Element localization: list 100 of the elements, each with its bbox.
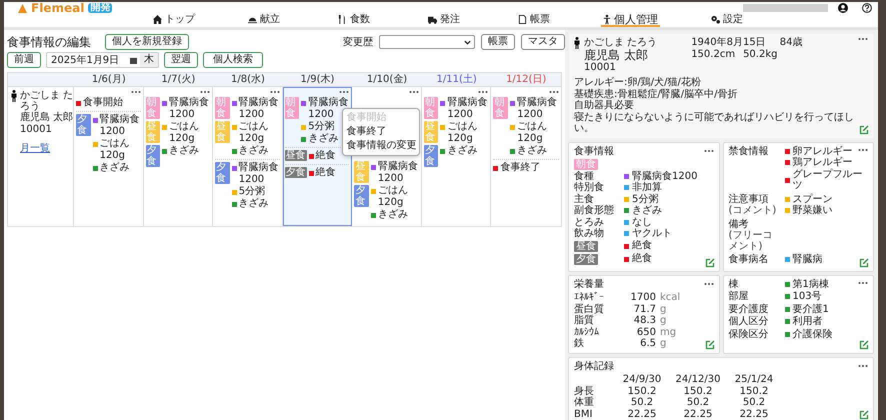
date-field[interactable]: 2025年1月9日 木 (46, 52, 160, 68)
nutrient-label: ｴﾈﾙｷﾞｰ (574, 292, 605, 304)
more-icon[interactable] (548, 90, 559, 94)
day-cell[interactable]: 朝食 昼食 夕食 腎臓病食1200 ごはん120g きざみ (422, 87, 492, 226)
meal-item: 食事終了 (500, 162, 540, 174)
field-value: ヤクルト (632, 228, 672, 240)
nav-tab[interactable]: 献立 (219, 14, 309, 27)
more-icon[interactable] (130, 90, 141, 94)
person-search-button[interactable]: 個人検索 (203, 52, 264, 68)
nutrient-label: 脂質 (574, 315, 595, 326)
edit-icon[interactable] (859, 340, 869, 350)
nutrient-label: 鉄 (574, 338, 585, 350)
document-icon (518, 15, 527, 24)
more-icon[interactable] (478, 90, 488, 94)
profile-note: 寝たきりにならないように可能であればリハビリを行ってほしい。 (574, 112, 854, 134)
edit-icon[interactable] (704, 340, 714, 350)
day-cell[interactable]: 食事開始 夕食 腎臓病食1200 ごはん120g きざみ (74, 87, 144, 226)
flame-icon (18, 4, 27, 12)
edit-icon[interactable] (859, 410, 869, 420)
nav-tab[interactable]: 設定 (682, 14, 772, 27)
name-kana: かごしま たろう (584, 37, 658, 48)
nav-tab[interactable]: 個人管理 (601, 14, 660, 27)
meal-badge: 夕食 (215, 162, 230, 184)
row-label: BMI (574, 408, 594, 420)
field-value: 要介護1 (792, 304, 829, 315)
edit-icon[interactable] (704, 258, 714, 268)
page-title: 食事情報の編集 (7, 34, 91, 50)
nav-tab[interactable]: 帳票 (489, 14, 579, 27)
report-button[interactable]: 帳票 (481, 34, 515, 50)
column-header: 24/12/30 (674, 374, 722, 386)
meal-badge: 夕食 (76, 114, 91, 136)
more-icon[interactable] (200, 90, 210, 94)
next-week-button[interactable]: 翌週 (164, 52, 198, 68)
meal-item: きざみ (517, 145, 548, 157)
table-cell-text: 50.2 (742, 397, 766, 408)
nav-tab[interactable]: 食数 (309, 14, 399, 27)
meal-item: ごはん120g (378, 185, 409, 209)
history-select[interactable] (379, 35, 475, 49)
profile-note: 自助器具必要 (574, 100, 634, 111)
meal-item: ごはん120g (100, 138, 131, 162)
person-icon (603, 14, 611, 25)
day-header: 1/11(土) (422, 73, 492, 87)
field-label: 注意事項 (728, 194, 768, 204)
person-id: 10001 (584, 62, 617, 73)
help-icon[interactable] (862, 3, 872, 13)
day-cell[interactable]: 朝食 腎臓病食1200 ごはん120g きざみ 食事終了 (491, 87, 561, 226)
table-cell-text: 50.2 (686, 397, 710, 408)
day-cell[interactable]: 朝食 昼食 夕食 腎臓病食1200 ごはん120g きざみ (144, 87, 214, 226)
meal-badge: 朝食 (493, 97, 508, 119)
day-header: 1/12(日) (491, 73, 561, 87)
weight: 50.2kg (743, 48, 778, 60)
more-icon[interactable] (339, 90, 350, 94)
meal-item: きざみ (169, 145, 200, 157)
person-icon (574, 37, 580, 49)
field-value: グレープフルーツ (792, 168, 864, 192)
user-icon[interactable] (838, 3, 848, 13)
field-value: 野菜嫌い (792, 205, 832, 216)
day-header: 1/10(金) (352, 73, 422, 87)
edit-icon[interactable] (859, 258, 869, 268)
nutrient-value: 1700 (630, 292, 656, 304)
master-button[interactable]: マスタ (521, 34, 565, 50)
table-cell-text: 22.25 (626, 408, 658, 420)
field-value: 103号 (792, 291, 822, 302)
meal-badge: 昼食 (215, 121, 230, 143)
more-icon[interactable] (858, 37, 868, 41)
field-label: 主食 (574, 194, 595, 205)
meal-badge: 昼食 (146, 121, 160, 143)
day-header: 1/8(水) (213, 73, 283, 87)
register-button[interactable]: 個人を新規登録 (105, 34, 189, 50)
field-value: 腎臓病 (792, 254, 822, 266)
cloche-icon (248, 15, 257, 24)
meal-badge: 夕食 (146, 145, 160, 167)
field-value: 利用者 (792, 316, 822, 328)
more-icon[interactable] (704, 282, 714, 286)
more-icon[interactable] (858, 148, 868, 152)
more-icon[interactable] (858, 364, 868, 368)
field-label: 保険区分 (728, 328, 770, 340)
more-icon[interactable] (408, 90, 419, 94)
more-icon[interactable] (704, 149, 714, 154)
nutrient-unit: kcal (660, 292, 680, 304)
nutrient-value: 650 (636, 326, 656, 338)
prev-week-button[interactable]: 前週 (7, 52, 41, 68)
home-icon (153, 15, 162, 24)
nutrient-value: 48.3 (632, 315, 656, 326)
more-icon[interactable] (270, 90, 280, 94)
table-cell-text: 150.2 (682, 386, 714, 397)
card-title: 栄養量 (574, 278, 604, 290)
nutrient-unit: g (660, 338, 668, 350)
day-header: 1/7(火) (144, 73, 214, 87)
field-value: 5分粥 (632, 194, 658, 205)
day-cell[interactable]: 朝食 昼食 腎臓病食1200 ごはん120g きざみ 夕食 腎臓病食1200 5分粥 きざみ (213, 87, 283, 226)
field-label: 棟 (728, 278, 740, 290)
nav-tab[interactable]: 発注 (399, 14, 489, 27)
field-value: 腎臓病食1200 (632, 170, 698, 182)
field-label: 要介護度 (728, 304, 770, 315)
person-name: 鹿児島 太郎 (584, 48, 649, 62)
more-icon[interactable] (858, 280, 868, 284)
nav-tab[interactable]: トップ (129, 14, 219, 27)
month-list-link[interactable]: 月一覧 (20, 141, 50, 155)
edit-icon[interactable] (859, 124, 869, 134)
